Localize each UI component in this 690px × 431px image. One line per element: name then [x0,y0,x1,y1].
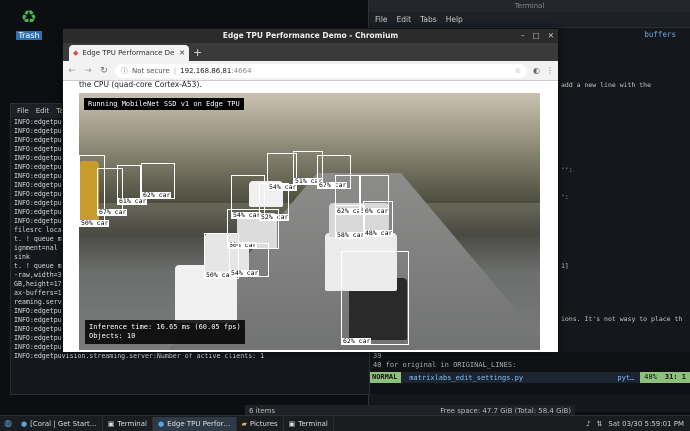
detection-box: 54% car [229,243,269,277]
browser-titlebar: Edge TPU Performance Demo - Chromium – □… [63,29,558,43]
minimize-icon[interactable]: – [521,29,525,43]
favicon-icon: ◆ [73,49,79,57]
vim-line-39: 39 [373,352,382,360]
vim-editor-status: 39 40 for original in ORIGINAL_LINES: NO… [368,352,690,394]
system-tray: ♪ ⇅ Sat 03/30 5:59:01 PM [586,420,690,428]
detection-box: 61% car [117,165,148,205]
vim-filetype: pyt… [617,373,635,382]
page-content: the CPU (quad-core Cortex-A53). 50% car … [63,81,558,352]
clock[interactable]: Sat 03/30 5:59:01 PM [608,420,684,428]
inference-stats: Inference time: 16.65 ms (60.05 fps) Obj… [85,320,245,344]
object-count: Objects: 10 [89,332,136,340]
taskbar: ◍ ● [Coral | Get Start… ▣ Terminal ● Edge T… [0,415,690,431]
inference-time: Inference time: 16.65 ms (60.05 fps) [89,323,241,331]
detection-label: 62% car [342,337,372,345]
trash-label: Trash [16,31,42,40]
menu-edit[interactable]: Edit [397,15,412,24]
url-port: :4664 [231,66,252,75]
recycle-icon: ♻ [20,7,38,28]
menu-file[interactable]: File [17,107,29,115]
bookmark-star-icon[interactable]: ☆ [515,67,521,75]
start-menu-icon[interactable]: ◍ [0,419,16,429]
vim-mode: NORMAL [368,372,402,383]
buffers-label: buffers [644,30,676,39]
task-browser-coral[interactable]: ● [Coral | Get Start… [16,416,103,431]
terminal-icon: ▣ [288,419,296,428]
folder-icon: ▰ [241,419,247,428]
terminal-text-line: 1] [561,262,569,270]
forward-icon[interactable]: → [83,66,93,76]
close-icon[interactable]: ✕ [548,29,554,43]
network-icon[interactable]: ⇅ [597,420,603,428]
browser-window[interactable]: Edge TPU Performance Demo - Chromium – □… [62,28,559,353]
back-icon[interactable]: ← [67,66,77,76]
trash-desktop-icon[interactable]: ♻ Trash [14,6,44,40]
info-icon[interactable]: ⓘ [121,66,128,76]
detection-box: 48% car [363,201,394,237]
detection-box: 62% car [141,163,175,199]
menu-file[interactable]: File [375,15,388,24]
task-pictures[interactable]: ▰ Pictures [237,416,284,431]
video-title: Running MobileNet SSD v1 on Edge TPU [84,98,244,110]
browser-tab[interactable]: ◆ Edge TPU Performance Demo ✕ [69,45,189,61]
detection-label: 62% car [142,191,172,199]
browser-window-title: Edge TPU Performance Demo - Chromium [222,31,399,40]
task-edge-tpu[interactable]: ● Edge TPU Perfor… [152,416,237,431]
extension-icon[interactable]: ◐ [533,66,540,75]
vim-filename: matrixlabs_edit_settings.py [409,373,524,382]
detection-label: 67% car [98,208,128,216]
reload-icon[interactable]: ↻ [99,66,109,76]
task-terminal-2[interactable]: ▣ Terminal [284,416,334,431]
detection-label: 61% car [118,197,148,205]
task-terminal-1[interactable]: ▣ Terminal [103,416,153,431]
terminal-menubar: File Edit Tabs Help [369,12,690,28]
detection-label: 54% car [230,269,260,277]
volume-icon[interactable]: ♪ [586,420,590,428]
terminal-title: Terminal [369,0,690,12]
new-tab-icon[interactable]: + [193,46,202,59]
page-paragraph: the CPU (quad-core Cortex-A53). [79,81,202,89]
browser-toolbar: ← → ↻ ⓘ Not secure | 192.168.86.81:4664 … [63,61,558,81]
menu-tabs[interactable]: Tabs [420,15,437,24]
menu-edit[interactable]: Edit [36,107,50,115]
detection-label: 50% car [80,219,110,227]
chromium-icon: ● [21,419,28,428]
tab-strip: ◆ Edge TPU Performance Demo ✕ + [63,43,558,61]
chromium-icon: ● [157,419,165,428]
detection-label: 58% car [336,231,366,239]
url-host: 192.168.86.81 [180,66,232,75]
terminal-text-line: add a new line with the [561,81,652,89]
vim-line-40: 40 for original in ORIGINAL_LINES: [373,361,517,369]
menu-kebab-icon[interactable]: ⋮ [546,66,554,75]
vim-cursor-position: 31: 1 [660,372,690,383]
terminal-text-line: '': [561,166,573,174]
video-stream: 50% car 67% car 61% car 62% car 54% car … [79,93,540,350]
security-label: Not secure [132,66,170,75]
tab-title: Edge TPU Performance Demo [82,49,175,57]
vim-statusline: NORMAL matrixlabs_edit_settings.py pyt… … [368,372,690,383]
tab-close-icon[interactable]: ✕ [179,49,185,57]
vim-percent: 48% [640,372,661,383]
address-bar[interactable]: ⓘ Not secure | 192.168.86.81:4664 ☆ [115,63,528,78]
detection-box: 58% car [335,205,366,239]
maximize-icon[interactable]: □ [533,29,540,43]
terminal-text-line: ': [561,193,569,201]
terminal-text-line: ions. It's not wasy to place th [561,315,683,323]
detection-box: 62% car [341,251,409,345]
terminal-icon: ▣ [107,419,115,428]
menu-help[interactable]: Help [446,15,463,24]
terminal-line: INFO:edgetpuvision.streaming.server:Numb… [14,352,265,360]
detection-label: 48% car [364,229,394,237]
